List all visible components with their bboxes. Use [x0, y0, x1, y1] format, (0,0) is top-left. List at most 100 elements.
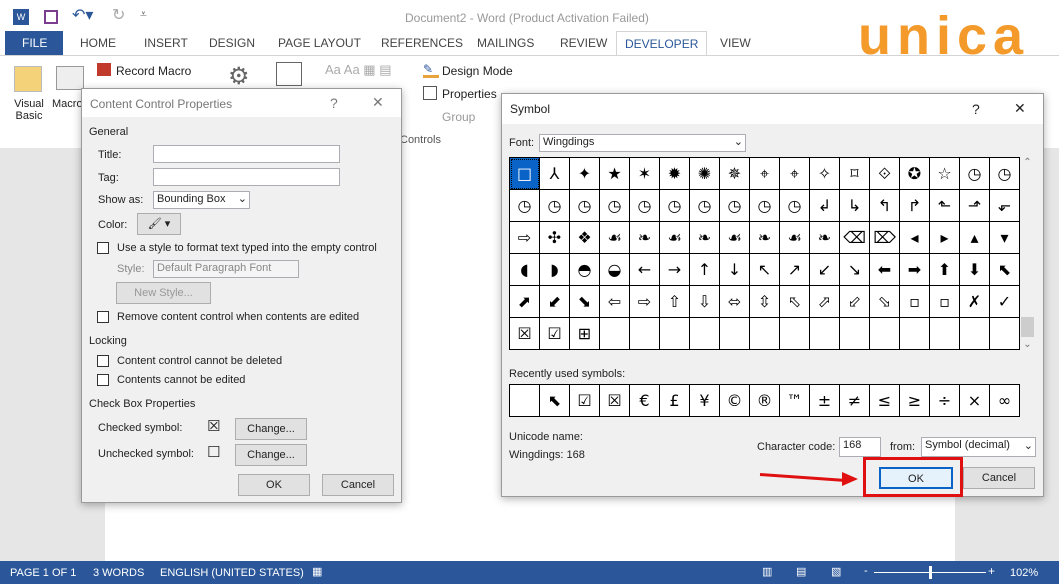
symbol-cell[interactable]: ◷: [750, 190, 780, 222]
symbol-cell[interactable]: →: [660, 254, 690, 286]
symbol-cell[interactable]: ◷: [720, 190, 750, 222]
recent-symbol-cell[interactable]: ☒: [600, 385, 630, 417]
tab-insert[interactable]: INSERT: [144, 36, 188, 50]
symbol-cell[interactable]: ⬊: [570, 286, 600, 318]
scroll-down-icon[interactable]: ⌄: [1020, 339, 1035, 350]
symbol-cell[interactable]: ⬅: [870, 254, 900, 286]
tab-references[interactable]: REFERENCES: [381, 36, 463, 50]
symbol-cell[interactable]: ✵: [720, 158, 750, 190]
recent-symbol-cell[interactable]: €: [630, 385, 660, 417]
tab-review[interactable]: REVIEW: [560, 36, 607, 50]
undo-icon[interactable]: ↶▾: [72, 5, 93, 25]
font-select[interactable]: Wingdings ⌄: [539, 134, 746, 152]
symbol-cell[interactable]: ❖: [570, 222, 600, 254]
show-as-select[interactable]: Bounding Box ⌄: [153, 191, 250, 209]
ok-button[interactable]: OK: [238, 474, 310, 496]
recent-symbol-cell[interactable]: ≠: [840, 385, 870, 417]
cannot-edit-checkbox[interactable]: [97, 374, 109, 386]
add-ins-icon[interactable]: ⚙: [228, 62, 250, 91]
tag-input[interactable]: [153, 168, 340, 186]
symbol-cell[interactable]: ⟐: [870, 158, 900, 190]
symbol-cell[interactable]: ⬏: [960, 190, 990, 222]
symbol-cell[interactable]: ⬀: [810, 286, 840, 318]
symbol-cell[interactable]: ⌫: [840, 222, 870, 254]
symbol-cell[interactable]: ◷: [660, 190, 690, 222]
tab-view[interactable]: VIEW: [720, 36, 751, 50]
symbol-cell[interactable]: ⬄: [720, 286, 750, 318]
zoom-slider-thumb[interactable]: [929, 566, 932, 579]
symbol-cell[interactable]: ⬉: [990, 254, 1020, 286]
color-picker-button[interactable]: 🖌 ▾: [137, 213, 181, 235]
symbol-cell[interactable]: [660, 318, 690, 350]
recent-symbol-cell[interactable]: ©: [720, 385, 750, 417]
cancel-button[interactable]: Cancel: [963, 467, 1035, 489]
symbol-cell[interactable]: ◷: [540, 190, 570, 222]
symbol-cell[interactable]: ❧: [630, 222, 660, 254]
symbol-cell[interactable]: ←: [630, 254, 660, 286]
recent-symbol-cell[interactable]: ™: [780, 385, 810, 417]
symbol-cell[interactable]: [900, 318, 930, 350]
symbol-cell[interactable]: ▫: [930, 286, 960, 318]
symbol-cell[interactable]: [720, 318, 750, 350]
symbol-cell[interactable]: ⊞: [570, 318, 600, 350]
recent-symbol-cell[interactable]: ±: [810, 385, 840, 417]
design-mode-button[interactable]: Design Mode: [442, 64, 513, 78]
symbol-cell[interactable]: [960, 318, 990, 350]
recent-symbol-cell[interactable]: ≥: [900, 385, 930, 417]
scrollbar-thumb[interactable]: [1021, 317, 1034, 337]
symbol-cell[interactable]: ◷: [630, 190, 660, 222]
symbol-cell[interactable]: ◷: [990, 158, 1020, 190]
help-button[interactable]: ?: [330, 95, 338, 111]
symbol-cell[interactable]: ◷: [600, 190, 630, 222]
symbol-cell[interactable]: ↙: [810, 254, 840, 286]
symbol-cell[interactable]: ⌦: [870, 222, 900, 254]
symbol-cell[interactable]: ⇨: [510, 222, 540, 254]
symbol-cell[interactable]: ↱: [900, 190, 930, 222]
character-code-input[interactable]: 168: [839, 437, 881, 457]
symbol-cell[interactable]: ◷: [510, 190, 540, 222]
symbol-cell[interactable]: ⬈: [510, 286, 540, 318]
symbol-cell[interactable]: [840, 318, 870, 350]
macro-record-icon[interactable]: ▦: [312, 565, 322, 578]
recent-symbol-cell[interactable]: ¥: [690, 385, 720, 417]
symbol-cell[interactable]: ⅄: [540, 158, 570, 190]
tab-mailings[interactable]: MAILINGS: [477, 36, 534, 50]
symbol-cell[interactable]: ◒: [600, 254, 630, 286]
change-unchecked-button[interactable]: Change...: [235, 444, 307, 466]
symbol-cell[interactable]: ⌖: [780, 158, 810, 190]
symbol-cell[interactable]: ☒: [510, 318, 540, 350]
cancel-button[interactable]: Cancel: [322, 474, 394, 496]
symbol-cell[interactable]: ✺: [690, 158, 720, 190]
tab-design[interactable]: DESIGN: [209, 36, 255, 50]
symbol-cell[interactable]: ↳: [840, 190, 870, 222]
symbol-cell[interactable]: ❧: [750, 222, 780, 254]
symbol-cell[interactable]: ▴: [960, 222, 990, 254]
recent-symbol-cell[interactable]: ☑: [570, 385, 600, 417]
symbol-cell[interactable]: ☆: [930, 158, 960, 190]
symbol-cell[interactable]: [930, 318, 960, 350]
close-icon[interactable]: ✕: [1014, 100, 1026, 117]
use-style-checkbox[interactable]: [97, 242, 109, 254]
symbol-cell[interactable]: ✗: [960, 286, 990, 318]
symbol-cell[interactable]: ☙: [720, 222, 750, 254]
language[interactable]: ENGLISH (UNITED STATES): [160, 567, 304, 579]
symbol-cell[interactable]: ⬃: [840, 286, 870, 318]
symbol-cell[interactable]: ↰: [870, 190, 900, 222]
symbol-cell[interactable]: ◷: [690, 190, 720, 222]
symbol-cell[interactable]: ◷: [780, 190, 810, 222]
symbol-cell[interactable]: ◓: [570, 254, 600, 286]
symbol-cell[interactable]: ✧: [810, 158, 840, 190]
symbol-cell[interactable]: ⬂: [870, 286, 900, 318]
tab-page-layout[interactable]: PAGE LAYOUT: [278, 36, 361, 50]
symbol-cell[interactable]: ▾: [990, 222, 1020, 254]
print-layout-icon[interactable]: ▤: [796, 565, 806, 578]
symbol-cell[interactable]: ↓: [720, 254, 750, 286]
font-control-icons[interactable]: Aa Aa ▦ ▤: [325, 62, 392, 78]
read-mode-icon[interactable]: ▥: [762, 565, 772, 578]
symbol-cell[interactable]: ▸: [930, 222, 960, 254]
symbol-cell[interactable]: [630, 318, 660, 350]
recent-symbol-cell[interactable]: ®: [750, 385, 780, 417]
symbol-cell[interactable]: ⌑: [840, 158, 870, 190]
symbol-cell[interactable]: ↘: [840, 254, 870, 286]
symbol-cell[interactable]: ➡: [900, 254, 930, 286]
